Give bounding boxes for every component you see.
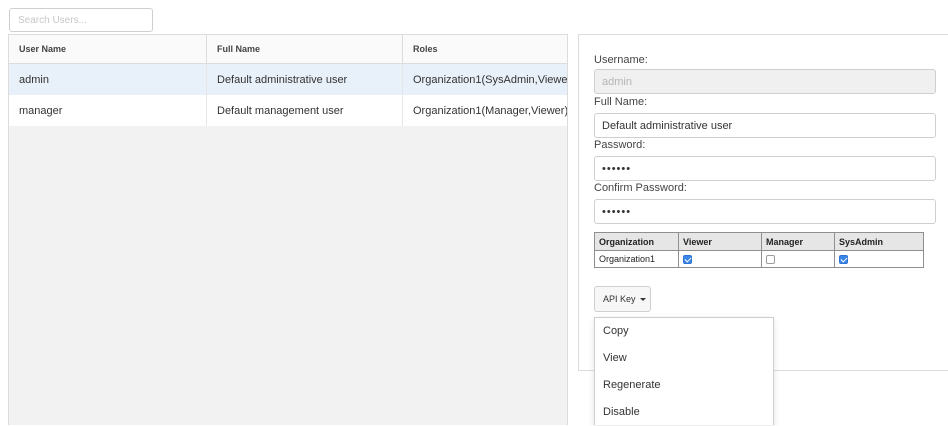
- sysadmin-checkbox[interactable]: [839, 255, 848, 265]
- confirm-password-label: Confirm Password:: [594, 182, 687, 194]
- users-table-header: User Name Full Name Roles: [9, 35, 567, 64]
- organization-roles-table: Organization Viewer Manager SysAdmin Org…: [594, 232, 924, 268]
- sysadmin-cell: [834, 250, 924, 268]
- user-name-cell: admin: [9, 63, 207, 95]
- manager-cell: [761, 250, 835, 268]
- column-header-viewer: Viewer: [678, 232, 762, 251]
- organization-cell: Organization1: [594, 250, 679, 268]
- search-users-input[interactable]: [9, 8, 153, 32]
- organization-roles-header: Organization Viewer Manager SysAdmin: [594, 232, 924, 251]
- table-row[interactable]: admin Default administrative user Organi…: [9, 63, 567, 95]
- column-header-sysadmin: SysAdmin: [834, 232, 924, 251]
- menu-item-view[interactable]: View: [595, 345, 773, 372]
- full-name-field[interactable]: [594, 113, 936, 138]
- menu-item-disable[interactable]: Disable: [595, 399, 773, 426]
- confirm-password-field[interactable]: [594, 199, 936, 224]
- api-key-dropdown-button[interactable]: API Key: [594, 286, 651, 312]
- column-header-user-name[interactable]: User Name: [9, 35, 207, 64]
- roles-cell: Organization1(Manager,Viewer): [402, 95, 567, 126]
- column-header-organization: Organization: [594, 232, 679, 251]
- menu-item-regenerate[interactable]: Regenerate: [595, 372, 773, 399]
- column-header-manager: Manager: [761, 232, 835, 251]
- password-field[interactable]: [594, 156, 936, 181]
- password-label: Password:: [594, 139, 646, 151]
- api-key-menu: Copy View Regenerate Disable: [594, 317, 774, 425]
- menu-item-copy[interactable]: Copy: [595, 318, 773, 345]
- viewer-checkbox[interactable]: [683, 255, 692, 265]
- column-header-full-name[interactable]: Full Name: [206, 35, 403, 64]
- full-name-label: Full Name:: [594, 96, 648, 108]
- users-table-panel: User Name Full Name Roles admin Default …: [8, 34, 568, 425]
- username-label: Username:: [594, 54, 648, 66]
- viewer-cell: [678, 250, 762, 268]
- table-row: Organization1: [594, 250, 924, 268]
- users-table: User Name Full Name Roles admin Default …: [9, 35, 567, 126]
- roles-cell: Organization1(SysAdmin,Viewer): [402, 63, 567, 95]
- api-key-label: API Key: [603, 294, 636, 304]
- full-name-cell: Default administrative user: [206, 63, 403, 95]
- full-name-cell: Default management user: [206, 95, 403, 126]
- caret-down-icon: [639, 298, 646, 302]
- user-name-cell: manager: [9, 95, 207, 126]
- column-header-roles[interactable]: Roles: [402, 35, 567, 64]
- username-field[interactable]: [594, 69, 936, 94]
- manager-checkbox[interactable]: [766, 255, 775, 265]
- table-row[interactable]: manager Default management user Organiza…: [9, 95, 567, 126]
